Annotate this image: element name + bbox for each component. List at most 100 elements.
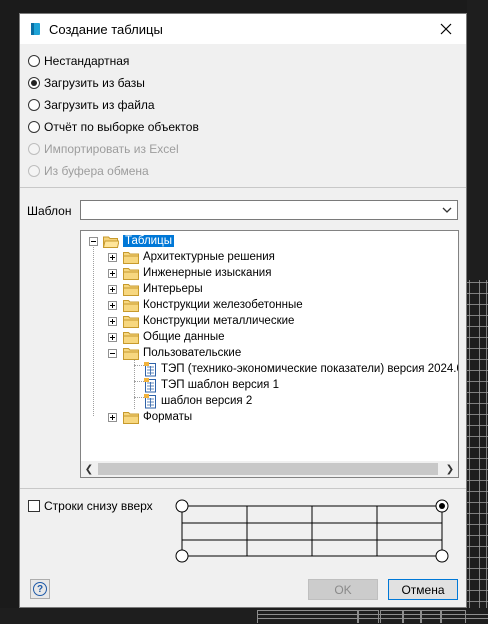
dialog-title: Создание таблицы bbox=[49, 22, 163, 37]
radio-import-excel bbox=[28, 143, 40, 155]
option-load-from-file[interactable]: Загрузить из файла bbox=[28, 96, 155, 114]
tree-folder[interactable]: Пользовательские bbox=[123, 345, 241, 361]
cad-grid-line bbox=[467, 513, 488, 514]
scroll-right-icon[interactable]: ❯ bbox=[442, 461, 458, 477]
option-label: Нестандартная bbox=[44, 54, 130, 68]
cad-grid-line bbox=[467, 458, 488, 459]
tree-folder-label: Архитектурные решения bbox=[143, 251, 275, 263]
option-custom[interactable]: Нестандартная bbox=[28, 52, 129, 70]
expand-toggle[interactable] bbox=[108, 317, 117, 326]
radio-load-from-db[interactable] bbox=[28, 77, 40, 89]
cad-table-cell bbox=[357, 610, 379, 623]
cad-table-cell bbox=[257, 610, 359, 623]
option-from-clipboard: Из буфера обмена bbox=[28, 162, 149, 180]
ok-button[interactable]: OK bbox=[308, 579, 378, 600]
tree-folder-label: Общие данные bbox=[143, 331, 225, 343]
cad-canvas-bottom bbox=[0, 608, 488, 624]
cad-grid-line bbox=[467, 601, 488, 602]
cancel-button[interactable]: Отмена bbox=[388, 579, 458, 600]
tree-folder[interactable]: Интерьеры bbox=[123, 281, 203, 297]
cad-grid-line bbox=[467, 348, 488, 349]
cad-grid-line bbox=[467, 524, 488, 525]
cad-grid-line bbox=[467, 403, 488, 404]
scrollbar-thumb[interactable] bbox=[98, 463, 438, 475]
table-template-icon bbox=[144, 393, 156, 408]
tree-folder[interactable]: Конструкции металлические bbox=[123, 313, 294, 329]
option-selection-report[interactable]: Отчёт по выборке объектов bbox=[28, 118, 199, 136]
radio-load-from-file[interactable] bbox=[28, 99, 40, 111]
close-button[interactable] bbox=[426, 14, 466, 44]
template-combobox[interactable] bbox=[80, 200, 458, 220]
folder-icon bbox=[123, 411, 139, 424]
tree-connector bbox=[134, 381, 144, 382]
cad-grid-line bbox=[467, 381, 488, 382]
cad-grid-line bbox=[467, 535, 488, 536]
cad-grid-line bbox=[467, 568, 488, 569]
folder-icon bbox=[123, 251, 139, 264]
help-button[interactable]: ? bbox=[30, 579, 50, 599]
template-tree[interactable]: Таблицы Архитектурные решения Инженерные… bbox=[80, 230, 459, 478]
cad-grid-line bbox=[467, 491, 488, 492]
expand-toggle[interactable] bbox=[108, 285, 117, 294]
radio-selection-report[interactable] bbox=[28, 121, 40, 133]
corner-radio-top-left[interactable] bbox=[175, 499, 189, 513]
folder-icon bbox=[123, 347, 139, 360]
cad-grid-line bbox=[467, 590, 488, 591]
cad-table-cell bbox=[420, 610, 442, 623]
help-icon: ? bbox=[33, 582, 47, 596]
expand-toggle[interactable] bbox=[108, 413, 117, 422]
expand-toggle[interactable] bbox=[108, 269, 117, 278]
tree-folder-label: Конструкции металлические bbox=[143, 315, 295, 327]
collapse-toggle[interactable] bbox=[89, 237, 98, 246]
tree-template-item[interactable]: шаблон версия 2 bbox=[144, 393, 252, 409]
option-label: Загрузить из файла bbox=[44, 98, 155, 112]
tree-template-item[interactable]: ТЭП (технико-экономические показатели) в… bbox=[144, 361, 458, 377]
option-import-excel: Импортировать из Excel bbox=[28, 140, 179, 158]
collapse-toggle[interactable] bbox=[108, 349, 117, 358]
cad-grid-line bbox=[479, 280, 480, 624]
cad-grid-line bbox=[467, 502, 488, 503]
tree-root[interactable]: Таблицы bbox=[103, 233, 174, 249]
expand-toggle[interactable] bbox=[108, 333, 117, 342]
title-bar: Создание таблицы bbox=[20, 14, 466, 44]
cad-grid-line bbox=[469, 280, 470, 624]
tree-folder[interactable]: Архитектурные решения bbox=[123, 249, 275, 265]
rows-bottom-up-checkbox[interactable] bbox=[28, 500, 40, 512]
cad-canvas-background bbox=[467, 0, 488, 624]
expand-toggle[interactable] bbox=[108, 301, 117, 310]
folder-icon bbox=[123, 331, 139, 344]
tree-folder[interactable]: Форматы bbox=[123, 409, 192, 425]
cad-grid-line bbox=[257, 614, 488, 615]
cad-grid-line bbox=[467, 557, 488, 558]
tree-folder-label: Форматы bbox=[143, 411, 193, 423]
corner-radio-bottom-right[interactable] bbox=[435, 549, 449, 563]
cad-grid-line bbox=[486, 280, 487, 624]
folder-icon bbox=[123, 299, 139, 312]
tree-folder[interactable]: Конструкции железобетонные bbox=[123, 297, 303, 313]
option-label: Загрузить из базы bbox=[44, 76, 145, 90]
cad-grid-line bbox=[467, 447, 488, 448]
rows-bottom-up-option[interactable]: Строки снизу вверх bbox=[28, 499, 153, 513]
create-table-dialog: Создание таблицы Нестандартная Загрузить… bbox=[19, 13, 467, 608]
tree-folder-label: Пользовательские bbox=[143, 347, 242, 359]
cad-grid-line bbox=[467, 414, 488, 415]
cad-grid-line bbox=[467, 315, 488, 316]
radio-custom[interactable] bbox=[28, 55, 40, 67]
folder-icon bbox=[123, 283, 139, 296]
rows-bottom-up-label: Строки снизу вверх bbox=[44, 499, 153, 513]
option-load-from-db[interactable]: Загрузить из базы bbox=[28, 74, 145, 92]
tree-template-item[interactable]: ТЭП шаблон версия 1 bbox=[144, 377, 279, 393]
tree-template-label: шаблон версия 2 bbox=[161, 395, 253, 407]
option-label: Импортировать из Excel bbox=[44, 142, 179, 156]
scroll-left-icon[interactable]: ❮ bbox=[81, 461, 97, 477]
cad-table-cell bbox=[380, 610, 404, 623]
expand-toggle[interactable] bbox=[108, 253, 117, 262]
folder-icon bbox=[123, 267, 139, 280]
corner-radio-bottom-left[interactable] bbox=[175, 549, 189, 563]
tree-folder[interactable]: Инженерные изыскания bbox=[123, 265, 271, 281]
horizontal-scrollbar[interactable]: ❮ ❯ bbox=[81, 461, 458, 477]
tree-folder[interactable]: Общие данные bbox=[123, 329, 224, 345]
close-icon bbox=[440, 23, 452, 35]
chevron-down-icon[interactable] bbox=[441, 204, 453, 216]
cad-grid-line bbox=[467, 436, 488, 437]
